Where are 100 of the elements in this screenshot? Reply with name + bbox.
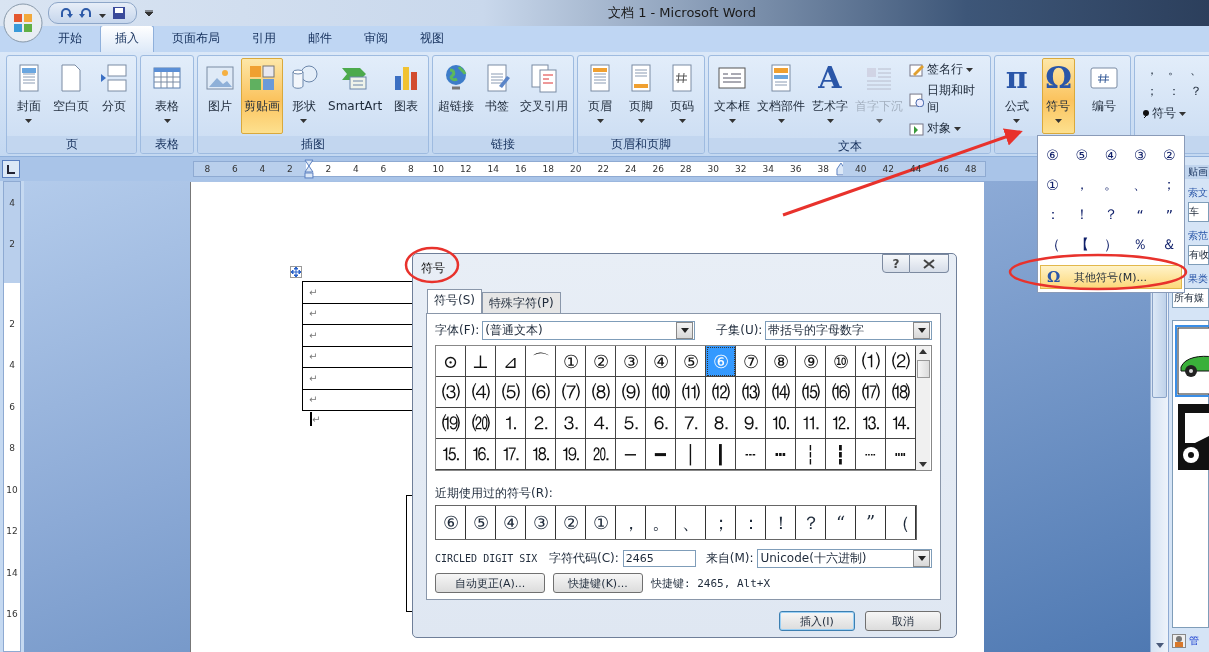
symbol-cell[interactable]: ⒒ <box>796 408 826 439</box>
symbol-button[interactable]: ， <box>1141 62 1163 79</box>
more-symbols-menu-item[interactable]: Ω 其他符号(M)... <box>1040 265 1182 289</box>
recent-symbol-cell[interactable]: （ <box>886 506 916 539</box>
autocorrect-button[interactable]: 自动更正(A)... <box>435 573 545 593</box>
symbol-button[interactable]: 。 <box>1096 170 1126 200</box>
symbol-cell[interactable]: ⒄ <box>856 377 886 408</box>
ribbon-button[interactable]: 书签 <box>478 58 516 134</box>
symbol-button[interactable]: “ <box>1125 200 1155 230</box>
symbol-button[interactable]: ！ <box>1067 200 1097 230</box>
symbol-cell[interactable]: ⌒ <box>526 346 556 377</box>
search-field[interactable]: 车 <box>1188 202 1209 222</box>
ribbon-button[interactable]: A 艺术字 <box>809 58 851 134</box>
symbol-button[interactable]: ④ <box>1096 140 1126 170</box>
symbol-cell[interactable]: ⒌ <box>616 408 646 439</box>
ribbon-button[interactable]: 页眉 <box>581 58 619 134</box>
symbol-cell[interactable]: ⑴ <box>856 346 886 377</box>
symbol-cell[interactable]: ⑾ <box>676 377 706 408</box>
ribbon-small-button[interactable]: 符号 <box>1141 104 1207 123</box>
font-dropdown[interactable]: (普通文本) <box>482 321 696 340</box>
ribbon-button[interactable]: 图表 <box>387 58 426 134</box>
symbol-cell[interactable]: ┈ <box>856 439 886 470</box>
symbol-button[interactable]: 、 <box>1185 62 1207 79</box>
ribbon-button[interactable]: 超链接 <box>435 58 477 134</box>
symbol-cell[interactable]: ┆ <box>796 439 826 470</box>
symbol-button[interactable]: ⑤ <box>1067 140 1097 170</box>
recent-symbol-cell[interactable]: ③ <box>526 506 556 539</box>
ribbon-tab[interactable]: 审阅 <box>350 26 402 52</box>
symbol-button[interactable]: ； <box>1141 83 1163 100</box>
symbol-button[interactable]: ③ <box>1125 140 1155 170</box>
symbol-button[interactable]: ， <box>1067 170 1097 200</box>
recent-symbol-cell[interactable]: “ <box>826 506 856 539</box>
symbol-cell[interactable]: ⊿ <box>496 346 526 377</box>
symbol-cell[interactable]: ┄ <box>736 439 766 470</box>
symbol-cell[interactable]: ⒑ <box>766 408 796 439</box>
symbol-cell[interactable]: ⒘ <box>496 439 526 470</box>
ribbon-button[interactable]: 文本框 <box>711 58 753 134</box>
symbol-button[interactable]: ： <box>1163 83 1185 100</box>
ribbon-tab[interactable]: 页面布局 <box>158 26 234 52</box>
recent-symbol-cell[interactable]: ； <box>706 506 736 539</box>
symbol-cell[interactable]: ⊙ <box>436 346 466 377</box>
symbol-cell[interactable]: ⑧ <box>766 346 796 377</box>
ribbon-button[interactable]: 页脚 <box>622 58 660 134</box>
symbol-cell[interactable]: ⑽ <box>646 377 676 408</box>
symbol-cell[interactable]: ⒎ <box>676 408 706 439</box>
subset-dropdown[interactable]: 带括号的字母数字 <box>765 321 932 340</box>
symbol-cell[interactable]: ━ <box>646 439 676 470</box>
dialog-tab[interactable]: 特殊字符(P) <box>482 292 561 314</box>
symbol-cell[interactable]: ┃ <box>706 439 736 470</box>
symbol-button[interactable]: ％ <box>1125 230 1155 260</box>
symbol-cell[interactable]: ⒂ <box>796 377 826 408</box>
ribbon-button[interactable]: 图片 <box>200 58 239 134</box>
symbol-cell[interactable]: ⑦ <box>736 346 766 377</box>
symbol-cell[interactable]: ┇ <box>826 439 856 470</box>
symbol-button[interactable]: ” <box>1154 200 1184 230</box>
symbol-button[interactable]: 、 <box>1125 170 1155 200</box>
symbol-cell[interactable]: ⒗ <box>466 439 496 470</box>
ribbon-tab[interactable]: 视图 <box>406 26 458 52</box>
shortcut-key-button[interactable]: 快捷键(K)... <box>553 573 643 593</box>
recent-symbol-cell[interactable]: 、 <box>676 506 706 539</box>
symbol-cell[interactable]: ⒐ <box>736 408 766 439</box>
symbol-cell[interactable]: ⒍ <box>646 408 676 439</box>
recent-symbol-cell[interactable]: ② <box>556 506 586 539</box>
symbol-cell[interactable]: ─ <box>616 439 646 470</box>
scrollbar[interactable] <box>916 346 930 470</box>
symbol-cell[interactable]: ⑹ <box>526 377 556 408</box>
recent-symbol-cell[interactable]: ？ <box>796 506 826 539</box>
ribbon-button[interactable]: π 公式 <box>1001 58 1032 134</box>
symbol-button[interactable]: ？ <box>1185 83 1207 100</box>
ribbon-button[interactable]: 页码 <box>663 58 701 134</box>
symbol-cell[interactable]: ⒏ <box>706 408 736 439</box>
symbol-cell[interactable]: │ <box>676 439 706 470</box>
symbol-cell[interactable]: ┅ <box>766 439 796 470</box>
symbol-cell[interactable]: ⒓ <box>826 408 856 439</box>
symbol-cell[interactable]: ⒃ <box>826 377 856 408</box>
ribbon-button[interactable]: 空白页 <box>50 58 93 134</box>
symbol-cell[interactable]: ⒀ <box>736 377 766 408</box>
symbol-button[interactable]: 【 <box>1067 230 1097 260</box>
symbol-button[interactable]: （ <box>1038 230 1068 260</box>
ribbon-small-button[interactable]: 签名行 <box>907 60 988 79</box>
symbol-cell[interactable]: ⑨ <box>796 346 826 377</box>
recent-symbol-cell[interactable]: ！ <box>766 506 796 539</box>
ribbon-button[interactable]: 表格 <box>148 58 186 134</box>
organize-link[interactable]: 管 <box>1189 634 1199 648</box>
recent-symbol-cell[interactable]: ⑥ <box>436 506 466 539</box>
symbol-cell[interactable]: ④ <box>646 346 676 377</box>
recent-symbol-cell[interactable]: ” <box>856 506 886 539</box>
symbol-cell[interactable]: ③ <box>616 346 646 377</box>
symbol-cell[interactable]: ⒖ <box>436 439 466 470</box>
ribbon-button[interactable]: 形状 <box>284 58 323 134</box>
symbol-cell[interactable]: ⑸ <box>496 377 526 408</box>
ribbon-small-button[interactable]: 对象 <box>907 119 988 138</box>
ribbon-button[interactable]: SmartArt <box>325 58 386 134</box>
symbol-cell[interactable]: ⒋ <box>586 408 616 439</box>
symbol-cell[interactable]: ⑻ <box>586 377 616 408</box>
recent-symbol-cell[interactable]: ， <box>616 506 646 539</box>
recent-symbol-cell[interactable]: ① <box>586 506 616 539</box>
ribbon-button[interactable]: 剪贴画 <box>240 58 283 134</box>
ribbon-tab[interactable]: 开始 <box>44 26 96 52</box>
symbol-cell[interactable]: ⒙ <box>526 439 556 470</box>
